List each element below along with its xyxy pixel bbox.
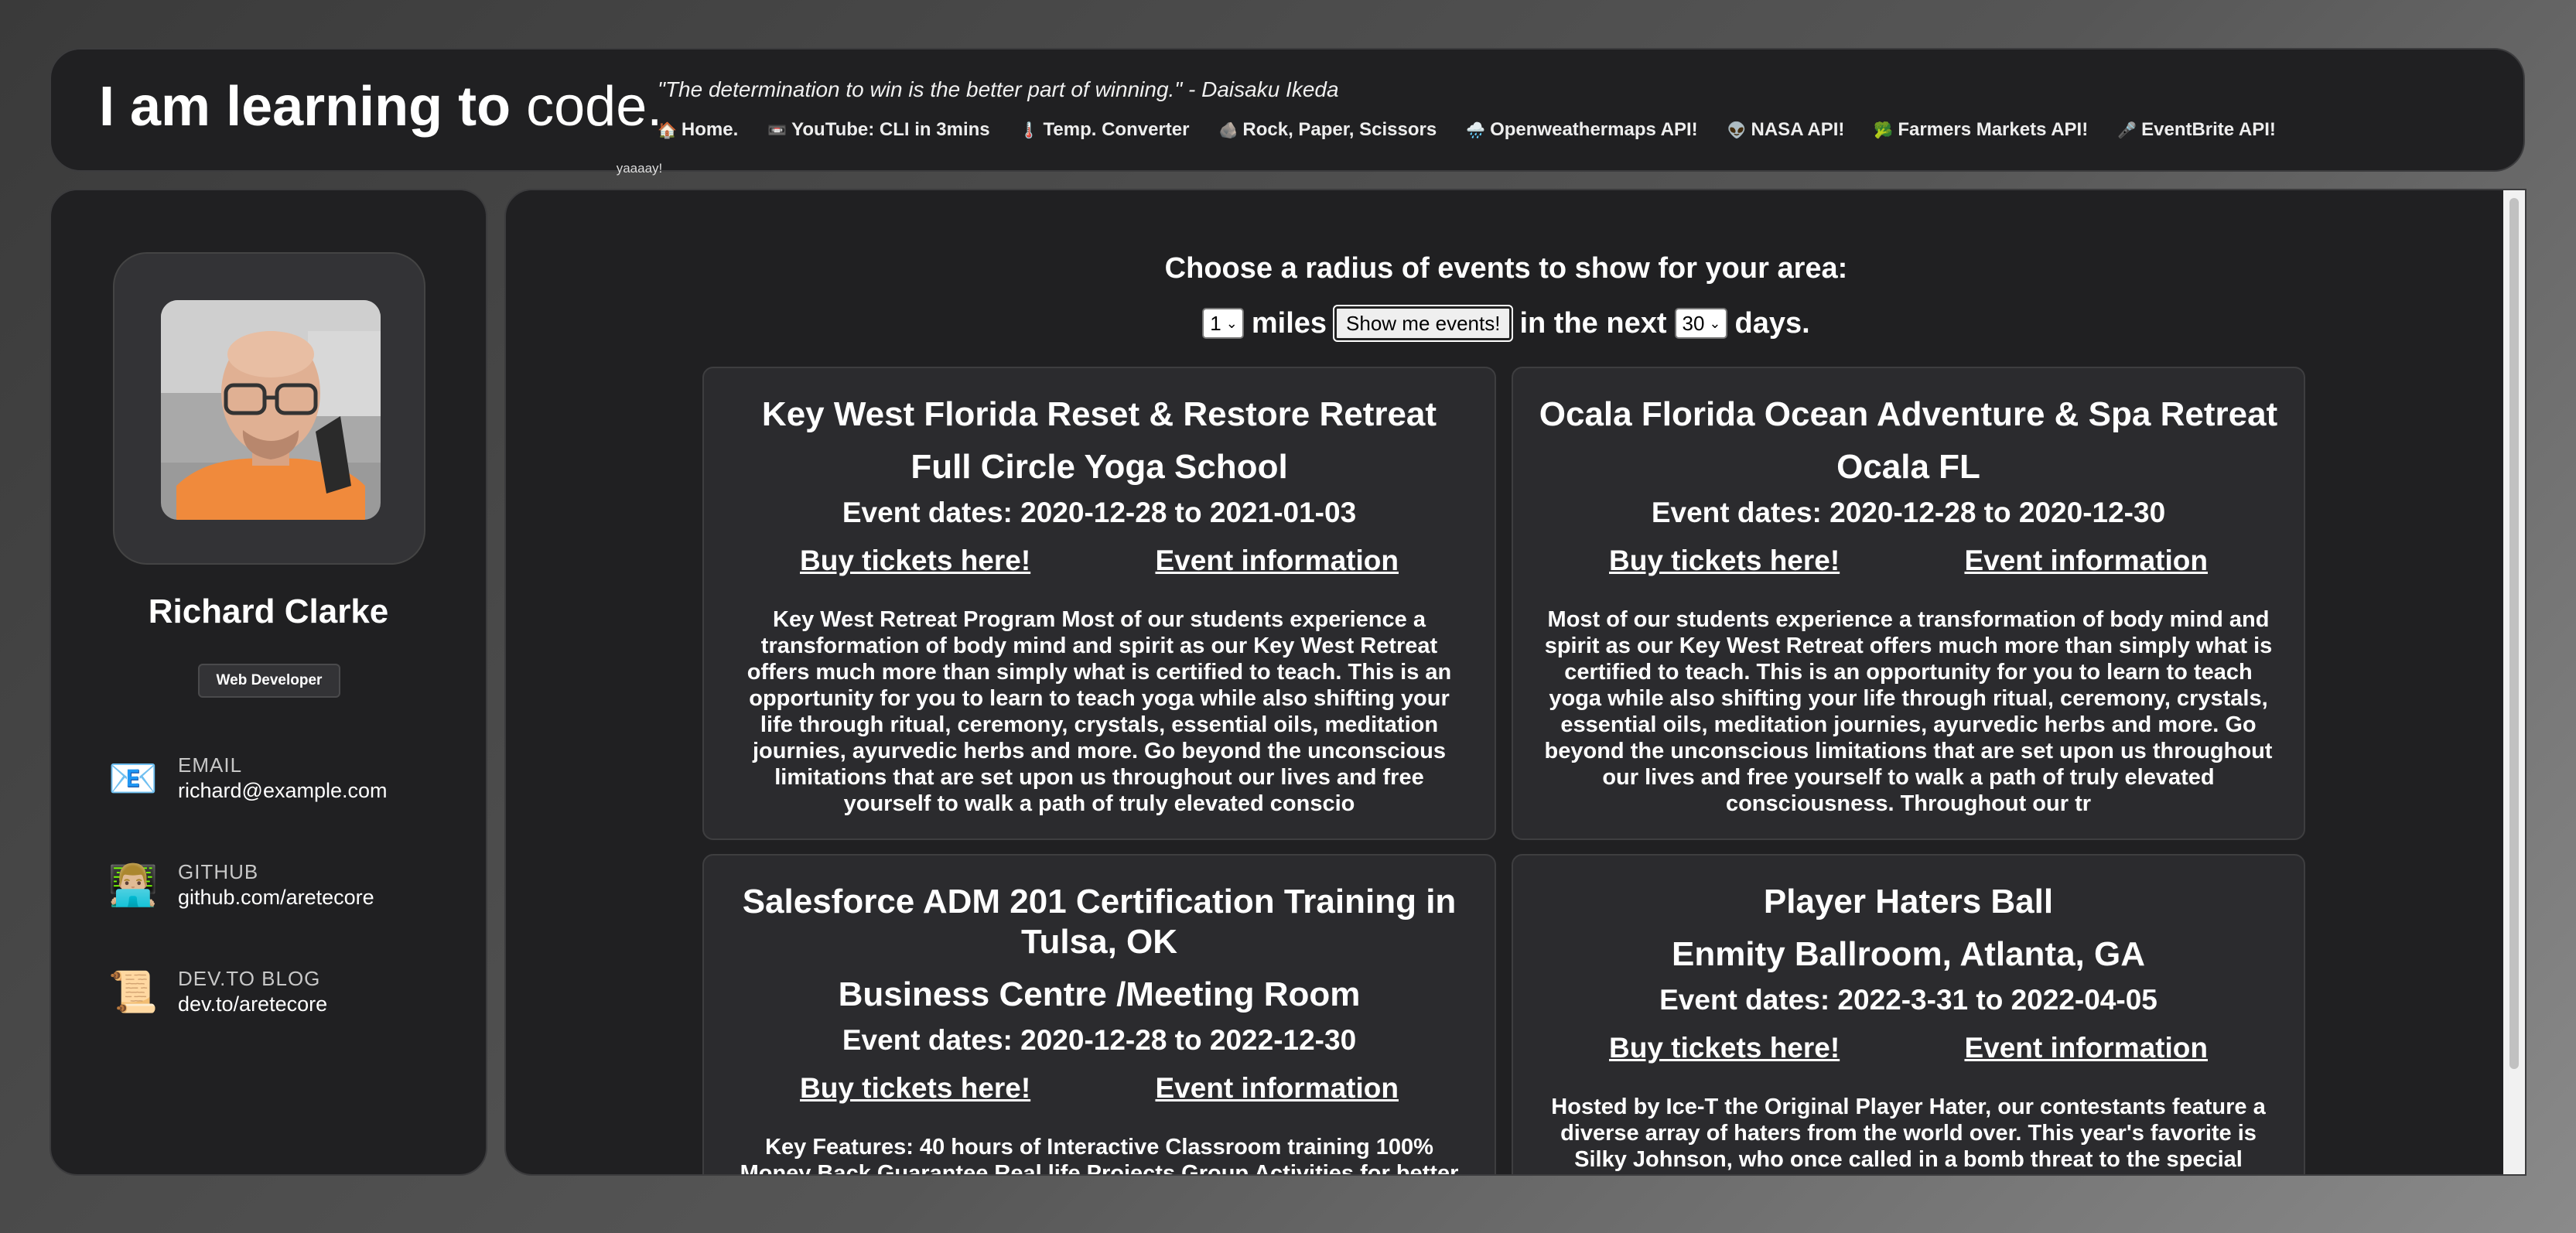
contact-devto[interactable]: 📜 DEV.TO BLOG dev.to/aretecore — [108, 967, 328, 1016]
event-card: Key West Florida Reset & Restore Retreat… — [702, 367, 1496, 840]
main-nav: 🏠 Home. 📼 YouTube: CLI in 3mins 🌡️ Temp. Co… — [658, 119, 2276, 141]
scroll-icon: 📜 — [108, 969, 159, 1015]
next-label: in the next — [1519, 306, 1667, 340]
event-title: Salesforce ADM 201 Certification Trainin… — [742, 883, 1457, 961]
nav-label: NASA API! — [1751, 119, 1845, 140]
thermometer-icon: 🌡️ — [1019, 121, 1039, 139]
nav-youtube[interactable]: 📼 YouTube: CLI in 3mins — [767, 119, 989, 141]
event-title: Player Haters Ball — [1763, 883, 2054, 920]
contact-label: GITHUB — [178, 860, 259, 883]
event-venue: Business Centre /Meeting Room — [838, 975, 1361, 1013]
profile-sidebar: Richard Clarke Web Developer 📧 EMAIL ric… — [50, 189, 487, 1176]
buy-tickets-link[interactable]: Buy tickets here! — [800, 545, 1030, 577]
events-panel: Choose a radius of events to show for yo… — [504, 189, 2526, 1176]
event-description: Most of our students experience a transf… — [1544, 607, 2273, 816]
miles-select[interactable]: 1 ⌄ — [1202, 308, 1244, 339]
event-description: Key Features: 40 hours of Interactive Cl… — [740, 1135, 1459, 1176]
event-title: Key West Florida Reset & Restore Retreat — [761, 395, 1437, 433]
nav-label: Openweathermaps API! — [1490, 119, 1698, 140]
site-title-thin: code. — [526, 76, 663, 138]
miles-select-value: 1 — [1210, 311, 1221, 335]
broccoli-icon: 🥦 — [1874, 121, 1894, 139]
days-select-value: 30 — [1682, 311, 1705, 335]
email-icon: 📧 — [108, 756, 159, 801]
chevron-down-icon: ⌄ — [1709, 315, 1721, 331]
alien-icon: 👽 — [1727, 121, 1747, 139]
site-subtitle: yaaaay! — [616, 161, 663, 176]
nav-nasa[interactable]: 👽 NASA API! — [1727, 119, 1845, 141]
rock-icon: 🪨 — [1218, 121, 1238, 139]
event-info-link[interactable]: Event information — [1964, 545, 2208, 577]
header-quote: "The determination to win is the better … — [658, 77, 1339, 101]
contact-value[interactable]: dev.to/aretecore — [178, 992, 327, 1016]
chevron-down-icon: ⌄ — [1225, 315, 1238, 331]
nav-label: Temp. Converter — [1043, 119, 1190, 140]
nav-rock-paper-scissors[interactable]: 🪨 Rock, Paper, Scissors — [1218, 119, 1437, 141]
nav-label: YouTube: CLI in 3mins — [791, 119, 990, 140]
contact-label: EMAIL — [178, 753, 243, 777]
event-description: Key West Retreat Program Most of our stu… — [746, 607, 1452, 816]
nav-eventbrite[interactable]: 🎤 EventBrite API! — [2117, 119, 2276, 141]
radius-prompt: Choose a radius of events to show for yo… — [1164, 252, 1848, 285]
profile-name: Richard Clarke — [148, 593, 389, 630]
days-label: days. — [1734, 306, 1810, 340]
buy-tickets-link[interactable]: Buy tickets here! — [800, 1072, 1030, 1105]
contact-email[interactable]: 📧 EMAIL richard@example.com — [108, 753, 388, 803]
event-info-link[interactable]: Event information — [1155, 545, 1399, 577]
event-venue: Enmity Ballroom, Atlanta, GA — [1671, 935, 2145, 973]
buy-tickets-link[interactable]: Buy tickets here! — [1609, 1032, 1840, 1064]
site-header: I am learning to code. yaaaay! "The dete… — [50, 48, 2525, 176]
event-card: Salesforce ADM 201 Certification Trainin… — [702, 854, 1496, 1176]
contact-value[interactable]: github.com/aretecore — [178, 886, 374, 910]
nav-label: Farmers Markets API! — [1898, 119, 2089, 140]
event-venue: Full Circle Yoga School — [910, 448, 1288, 486]
nav-label: Rock, Paper, Scissors — [1242, 119, 1437, 140]
nav-label: Home. — [681, 119, 739, 140]
avatar — [161, 300, 381, 520]
days-select[interactable]: 30 ⌄ — [1674, 308, 1727, 339]
event-info-link[interactable]: Event information — [1964, 1032, 2208, 1064]
videotape-icon: 📼 — [767, 121, 787, 139]
scrollbar[interactable] — [2503, 190, 2525, 1174]
nav-farmers-markets[interactable]: 🥦 Farmers Markets API! — [1874, 119, 2088, 141]
microphone-icon: 🎤 — [2117, 121, 2137, 139]
event-dates: Event dates: 2022-3-31 to 2022-04-05 — [1659, 984, 2157, 1016]
avatar-frame — [113, 252, 425, 565]
buy-tickets-link[interactable]: Buy tickets here! — [1609, 545, 1840, 577]
show-events-button[interactable]: Show me events! — [1333, 305, 1514, 342]
site-title-bold: I am learning to — [99, 76, 511, 138]
nav-temp-converter[interactable]: 🌡️ Temp. Converter — [1020, 119, 1190, 141]
contact-label: DEV.TO BLOG — [178, 967, 321, 990]
developer-icon: 👨🏼‍💻 — [108, 862, 159, 908]
event-description: Hosted by Ice-T the Original Player Hate… — [1551, 1095, 2266, 1174]
scrollbar-thumb[interactable] — [2509, 198, 2519, 1069]
event-dates: Event dates: 2020-12-28 to 2022-12-30 — [842, 1024, 1357, 1056]
nav-home[interactable]: 🏠 Home. — [658, 119, 738, 141]
event-title: Ocala Florida Ocean Adventure & Spa Retr… — [1539, 395, 2278, 433]
site-title: I am learning to code. — [99, 79, 662, 135]
nav-label: EventBrite API! — [2141, 119, 2276, 140]
event-card: Ocala Florida Ocean Adventure & Spa Retr… — [1512, 367, 2305, 840]
event-info-link[interactable]: Event information — [1155, 1072, 1399, 1105]
event-card: Player Haters Ball Enmity Ballroom, Atla… — [1512, 854, 2305, 1174]
contact-value[interactable]: richard@example.com — [178, 779, 388, 803]
house-icon: 🏠 — [658, 121, 677, 139]
role-badge: Web Developer — [198, 664, 340, 698]
search-controls: 1 ⌄ miles Show me events! in the next 30 ⌄… — [506, 305, 2506, 342]
rain-cloud-icon: 🌧️ — [1466, 121, 1486, 139]
contact-github[interactable]: 👨🏼‍💻 GITHUB github.com/aretecore — [108, 860, 374, 910]
event-dates: Event dates: 2020-12-28 to 2020-12-30 — [1651, 497, 2166, 528]
miles-label: miles — [1251, 306, 1327, 340]
event-venue: Ocala FL — [1836, 448, 1980, 486]
site-brand[interactable]: I am learning to code. yaaaay! — [99, 79, 662, 176]
event-dates: Event dates: 2020-12-28 to 2021-01-03 — [842, 497, 1357, 528]
nav-openweathermaps[interactable]: 🌧️ Openweathermaps API! — [1466, 119, 1697, 141]
